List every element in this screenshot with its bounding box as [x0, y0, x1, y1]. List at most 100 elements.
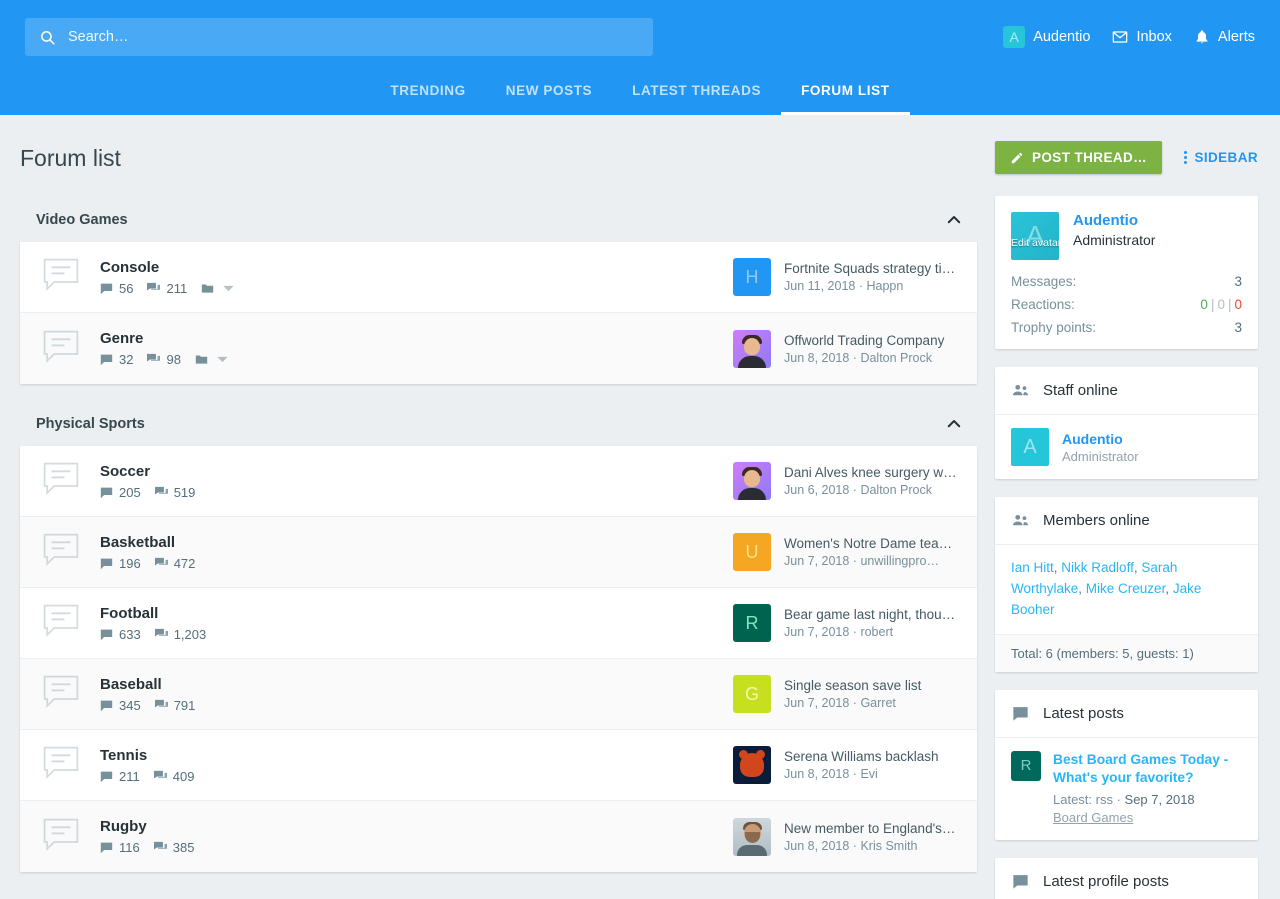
messages-count: 196	[119, 556, 141, 571]
search-box[interactable]	[25, 18, 653, 56]
tab-new-posts[interactable]: NEW POSTS	[486, 83, 612, 115]
visitor-username[interactable]: Audentio	[1073, 212, 1155, 229]
forum-name-link[interactable]: Basketball	[100, 534, 733, 551]
chevron-up-icon[interactable]	[945, 415, 963, 433]
latest-thread-title[interactable]: Women's Notre Dame tea…	[784, 536, 963, 551]
forum-icon	[42, 257, 80, 297]
sidebar-toggle-button[interactable]: SIDEBAR	[1184, 150, 1258, 165]
latest-thread-title[interactable]: Single season save list	[784, 678, 963, 693]
latest-thread-title[interactable]: Offworld Trading Company	[784, 333, 963, 348]
latest-thread-text: Fortnite Squads strategy ti…Jun 11, 2018…	[784, 261, 963, 293]
forum-comment-icon	[42, 817, 80, 852]
search-icon	[39, 29, 56, 46]
threads-icon	[154, 841, 167, 854]
forum-icon	[42, 532, 80, 572]
threads-icon	[147, 353, 160, 366]
post-thread-button[interactable]: POST THREAD…	[995, 141, 1162, 174]
avatar: A	[1011, 428, 1049, 466]
forum-row[interactable]: Genre3298Offworld Trading CompanyJun 8, …	[20, 313, 977, 384]
latest-profile-posts-header: Latest profile posts	[995, 858, 1258, 899]
site-header: A Audentio Inbox Alerts TRENDING NEW POS…	[0, 0, 1280, 115]
member-online-link[interactable]: Nikk Radloff	[1061, 560, 1134, 575]
edit-avatar-label[interactable]: Edit avatar	[1011, 237, 1059, 249]
comment-icon	[1011, 704, 1030, 723]
forum-name-link[interactable]: Rugby	[100, 818, 733, 835]
forum-name-link[interactable]: Football	[100, 605, 733, 622]
latest-thread-preview[interactable]: UWomen's Notre Dame tea…Jun 7, 2018 · un…	[733, 533, 963, 571]
threads-icon	[155, 486, 168, 499]
member-online-link[interactable]: Mike Creuzer	[1086, 581, 1166, 596]
inbox-link[interactable]: Inbox	[1112, 29, 1171, 45]
category-header[interactable]: Video Games	[20, 198, 977, 242]
forum-row[interactable]: Football6331,203RBear game last night, t…	[20, 588, 977, 659]
avatar: G	[733, 675, 771, 713]
forum-messages-stat: 56	[100, 281, 133, 296]
latest-thread-text: Single season save listJun 7, 2018 · Gar…	[784, 678, 963, 710]
staff-online-member[interactable]: A Audentio Administrator	[995, 415, 1258, 479]
latest-thread-text: Serena Williams backlash Jun 8, 2018 · Ev…	[784, 749, 963, 781]
latest-thread-preview[interactable]: New member to England's…Jun 8, 2018 · Kr…	[733, 818, 963, 856]
latest-thread-preview[interactable]: RBear game last night, thou…Jun 7, 2018 …	[733, 604, 963, 642]
forum-name-link[interactable]: Genre	[100, 330, 733, 347]
latest-thread-meta: Jun 8, 2018 · Evi	[784, 767, 963, 781]
latest-thread-preview[interactable]: G Single season save listJun 7, 2018 · Ga…	[733, 675, 963, 713]
forum-row[interactable]: Tennis211409Serena Williams backlashJun …	[20, 730, 977, 801]
forum-stats: 116385	[100, 840, 733, 855]
header-user-link[interactable]: A Audentio	[1003, 26, 1090, 48]
avatar	[733, 462, 771, 500]
tab-trending[interactable]: TRENDING	[370, 83, 485, 115]
latest-thread-preview[interactable]: Offworld Trading CompanyJun 8, 2018 · Da…	[733, 330, 963, 368]
forum-row[interactable]: Baseball345791GSingle season save listJu…	[20, 659, 977, 730]
category-header[interactable]: Physical Sports	[20, 402, 977, 446]
tab-forum-list[interactable]: FORUM LIST	[781, 83, 910, 115]
avatar: H	[733, 258, 771, 296]
staff-online-header: Staff online	[995, 367, 1258, 415]
latest-thread-title[interactable]: New member to England's…	[784, 821, 963, 836]
latest-thread-title[interactable]: Fortnite Squads strategy ti…	[784, 261, 963, 276]
avatar: R	[733, 604, 771, 642]
latest-thread-title[interactable]: Bear game last night, thou…	[784, 607, 963, 622]
latest-post-item[interactable]: R Best Board Games Today - What's your f…	[995, 738, 1258, 840]
chevron-down-icon[interactable]	[216, 353, 229, 366]
staff-member-name[interactable]: Audentio	[1062, 431, 1139, 447]
forum-info: Genre3298	[100, 330, 733, 367]
main-nav: TRENDING NEW POSTS LATEST THREADS FORUM …	[0, 62, 1280, 115]
messages-icon	[100, 353, 113, 366]
forum-threads-stat: 519	[155, 485, 196, 500]
threads-count: 98	[166, 352, 180, 367]
forum-comment-icon	[42, 461, 80, 496]
forum-name-link[interactable]: Tennis	[100, 747, 733, 764]
visitor-stat-reactions: Reactions: 0 | 0 | 0	[995, 293, 1258, 316]
forum-row[interactable]: Console56211HFortnite Squads strategy ti…	[20, 242, 977, 313]
forum-subforums-toggle[interactable]	[201, 282, 235, 295]
latest-post-forum-link[interactable]: Board Games	[1053, 810, 1133, 825]
tab-latest-threads[interactable]: LATEST THREADS	[612, 83, 781, 115]
page-body: Forum list Video GamesConsole56211HFortn…	[0, 115, 1280, 899]
stat-label: Trophy points:	[1011, 320, 1096, 335]
latest-thread-title[interactable]: Dani Alves knee surgery w…	[784, 465, 963, 480]
pencil-icon	[1010, 151, 1024, 165]
latest-thread-title[interactable]: Serena Williams backlash	[784, 749, 963, 764]
search-input[interactable]	[68, 29, 639, 45]
member-online-link[interactable]: Ian Hitt	[1011, 560, 1054, 575]
chevron-down-icon[interactable]	[222, 282, 235, 295]
messages-icon	[100, 486, 113, 499]
latest-thread-preview[interactable]: H Fortnite Squads strategy ti…Jun 11, 201…	[733, 258, 963, 296]
forum-name-link[interactable]: Baseball	[100, 676, 733, 693]
latest-post-title[interactable]: Best Board Games Today - What's your fav…	[1053, 751, 1242, 788]
staff-member-role: Administrator	[1062, 449, 1139, 464]
forum-name-link[interactable]: Console	[100, 259, 733, 276]
forum-row[interactable]: Rugby 116385New member to England's…Jun 8…	[20, 801, 977, 872]
visitor-avatar[interactable]: A Edit avatar	[1011, 212, 1059, 260]
subforums-icon	[201, 282, 214, 295]
latest-thread-preview[interactable]: Dani Alves knee surgery w…Jun 6, 2018 · …	[733, 462, 963, 500]
forum-row[interactable]: Soccer205519Dani Alves knee surgery w…Ju…	[20, 446, 977, 517]
alerts-link[interactable]: Alerts	[1194, 29, 1255, 45]
avatar	[733, 746, 771, 784]
forum-comment-icon	[42, 532, 80, 567]
chevron-up-icon[interactable]	[945, 211, 963, 229]
forum-name-link[interactable]: Soccer	[100, 463, 733, 480]
forum-subforums-toggle[interactable]	[195, 353, 229, 366]
latest-thread-preview[interactable]: Serena Williams backlash Jun 8, 2018 · Ev…	[733, 746, 963, 784]
forum-row[interactable]: Basketball196472UWomen's Notre Dame tea……	[20, 517, 977, 588]
